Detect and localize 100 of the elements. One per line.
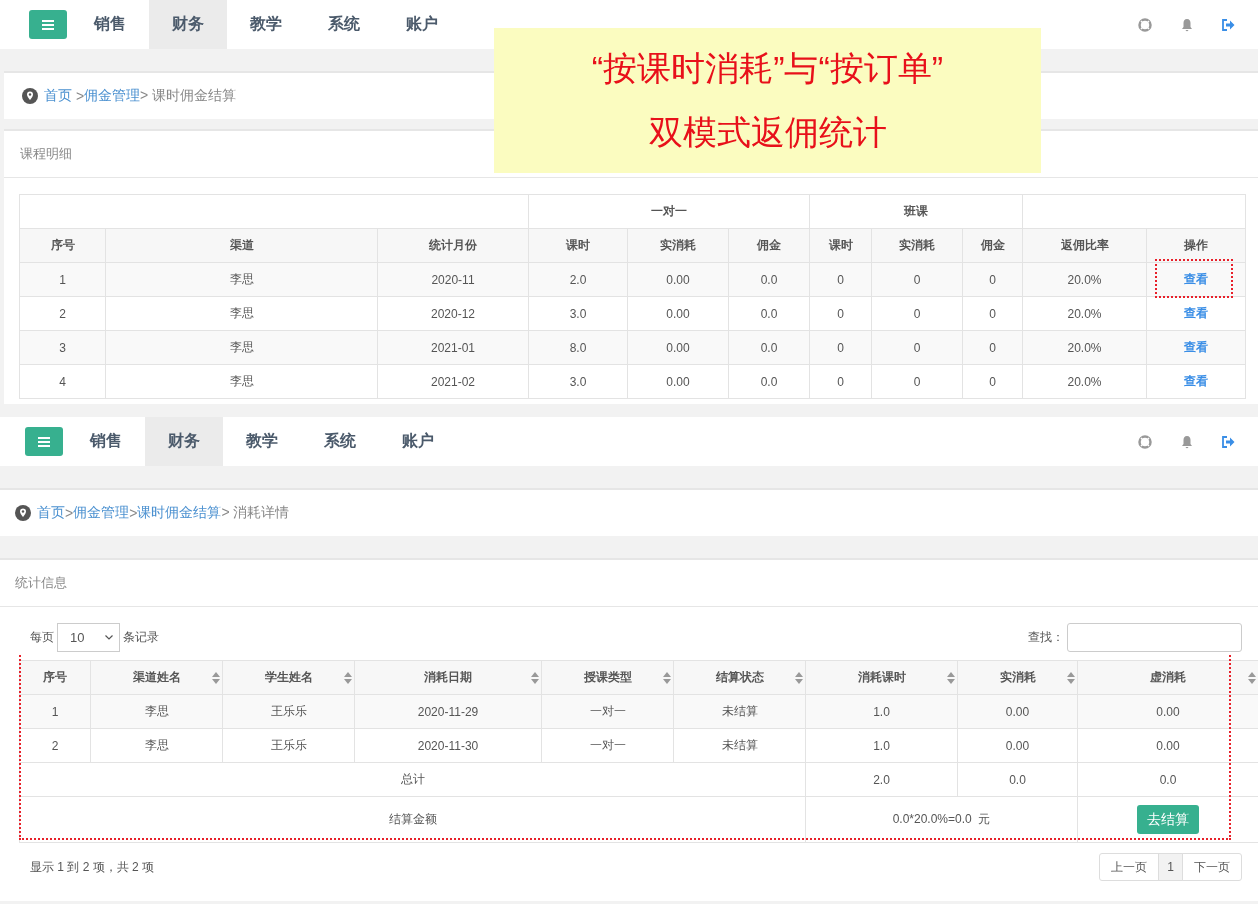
column-header: 虚消耗	[1077, 660, 1258, 695]
nav-tab[interactable]: 账户	[383, 0, 461, 49]
table-cell: 一对一	[541, 728, 674, 763]
table-cell: 3.0	[528, 296, 628, 331]
breadcrumb-link[interactable]: 首页	[44, 87, 72, 105]
table-cell: 李思	[90, 694, 223, 729]
table-cell: 0.0*20.0%=0.0 元	[805, 796, 1078, 843]
page-size-select[interactable]: 10	[57, 623, 120, 652]
search-field[interactable]	[1067, 623, 1242, 652]
table-cell: 2021-01	[377, 330, 529, 365]
table-cell: 0.0	[728, 364, 810, 399]
lifebuoy-icon	[1138, 434, 1152, 449]
breadcrumb-separator: >	[129, 505, 138, 521]
table-cell: 2020-11-30	[354, 728, 542, 763]
table-cell: 李思	[105, 330, 378, 365]
column-header: 佣金	[962, 228, 1023, 263]
breadcrumb-link[interactable]: 佣金管理	[84, 87, 141, 105]
nav-tab[interactable]: 系统	[305, 0, 383, 49]
view-link[interactable]: 查看	[1184, 374, 1208, 388]
column-header: 学生姓名	[222, 660, 355, 695]
note-text: 双模式返佣统计	[648, 111, 887, 153]
nav-tab[interactable]: 销售	[71, 0, 149, 49]
map-pin-icon	[22, 88, 38, 104]
nav-tab[interactable]: 财务	[149, 0, 227, 49]
table-cell: 2	[19, 728, 91, 763]
breadcrumb-current: > 课时佣金结算	[140, 87, 237, 105]
page-button[interactable]: 1	[1158, 853, 1183, 881]
table-cell: 0.0	[728, 296, 810, 331]
column-header: 消耗课时	[805, 660, 958, 695]
breadcrumb-link[interactable]: 课时佣金结算	[137, 504, 222, 522]
menu-icon	[38, 436, 50, 447]
nav-tab[interactable]: 销售	[67, 417, 145, 466]
table-cell: 李思	[105, 262, 378, 297]
bell-icon	[1180, 434, 1194, 449]
table-cell: 0.0	[957, 762, 1078, 797]
column-group-header: 一对一	[528, 194, 810, 229]
table-cell: 1	[19, 694, 91, 729]
table-cell: 0.00	[957, 728, 1078, 763]
table-cell: 王乐乐	[222, 694, 355, 729]
column-header: 消耗日期	[354, 660, 542, 695]
panel-title: 课程明细	[20, 145, 72, 163]
column-header: 实消耗	[871, 228, 963, 263]
table-cell: 0.00	[957, 694, 1078, 729]
menu-button[interactable]	[29, 10, 67, 39]
table-cell: 2	[19, 296, 106, 331]
lifebuoy-icon	[1138, 17, 1152, 32]
table-cell: 李思	[105, 364, 378, 399]
column-group-header: 班课	[809, 194, 1023, 229]
menu-button[interactable]	[25, 427, 63, 456]
map-pin-icon	[15, 505, 31, 521]
table-cell: 0	[871, 330, 963, 365]
column-header: 操作	[1146, 228, 1246, 263]
table-cell: 0	[962, 364, 1023, 399]
table-cell: 0	[962, 330, 1023, 365]
table-cell: 0.0	[728, 330, 810, 365]
breadcrumb-separator: >	[74, 88, 85, 104]
table-cell: 0.00	[627, 330, 729, 365]
table-cell: 2021-02	[377, 364, 529, 399]
table-cell: 未结算	[673, 728, 806, 763]
nav-tab[interactable]: 系统	[301, 417, 379, 466]
table-cell: 0.00	[627, 364, 729, 399]
column-header: 序号	[19, 228, 106, 263]
nav-tab[interactable]: 账户	[379, 417, 457, 466]
table-cell: 结算金额	[19, 796, 806, 843]
menu-icon	[42, 19, 54, 30]
table-cell: 1.0	[805, 694, 958, 729]
table-cell: 2.0	[528, 262, 628, 297]
table-cell: 0	[809, 262, 872, 297]
table-cell: 0.00	[627, 262, 729, 297]
length-label: 条记录	[123, 629, 159, 646]
breadcrumb-link[interactable]: 首页	[37, 504, 65, 522]
table-cell: 0	[962, 262, 1023, 297]
nav-tab[interactable]: 教学	[223, 417, 301, 466]
table-cell: 0	[871, 296, 963, 331]
table-cell: 20.0%	[1022, 262, 1147, 297]
panel-title: 统计信息	[15, 574, 67, 592]
table-cell: 2.0	[805, 762, 958, 797]
table-cell: 王乐乐	[222, 728, 355, 763]
table-cell: 总计	[19, 762, 806, 797]
table-cell: 3.0	[528, 364, 628, 399]
column-header: 佣金	[728, 228, 810, 263]
view-link[interactable]: 查看	[1184, 306, 1208, 320]
column-header: 结算状态	[673, 660, 806, 695]
nav-tab[interactable]: 教学	[227, 0, 305, 49]
column-header: 统计月份	[377, 228, 529, 263]
nav-tab[interactable]: 财务	[145, 417, 223, 466]
next-page-button[interactable]: 下一页	[1182, 853, 1242, 881]
table-cell: 2020-11-29	[354, 694, 542, 729]
length-label: 每页	[30, 629, 54, 646]
table-cell: 0	[962, 296, 1023, 331]
column-header: 授课类型	[541, 660, 674, 695]
previous-page-button[interactable]: 上一页	[1099, 853, 1160, 881]
column-header: 序号	[19, 660, 91, 695]
breadcrumb-link[interactable]: 佣金管理	[73, 504, 130, 522]
column-header: 返佣比率	[1022, 228, 1147, 263]
table-cell: 0.00	[1077, 694, 1258, 729]
table-cell: 2020-11	[377, 262, 529, 297]
sign-out-icon	[1222, 435, 1235, 448]
table-cell: 20.0%	[1022, 296, 1147, 331]
column-header: 实消耗	[957, 660, 1078, 695]
